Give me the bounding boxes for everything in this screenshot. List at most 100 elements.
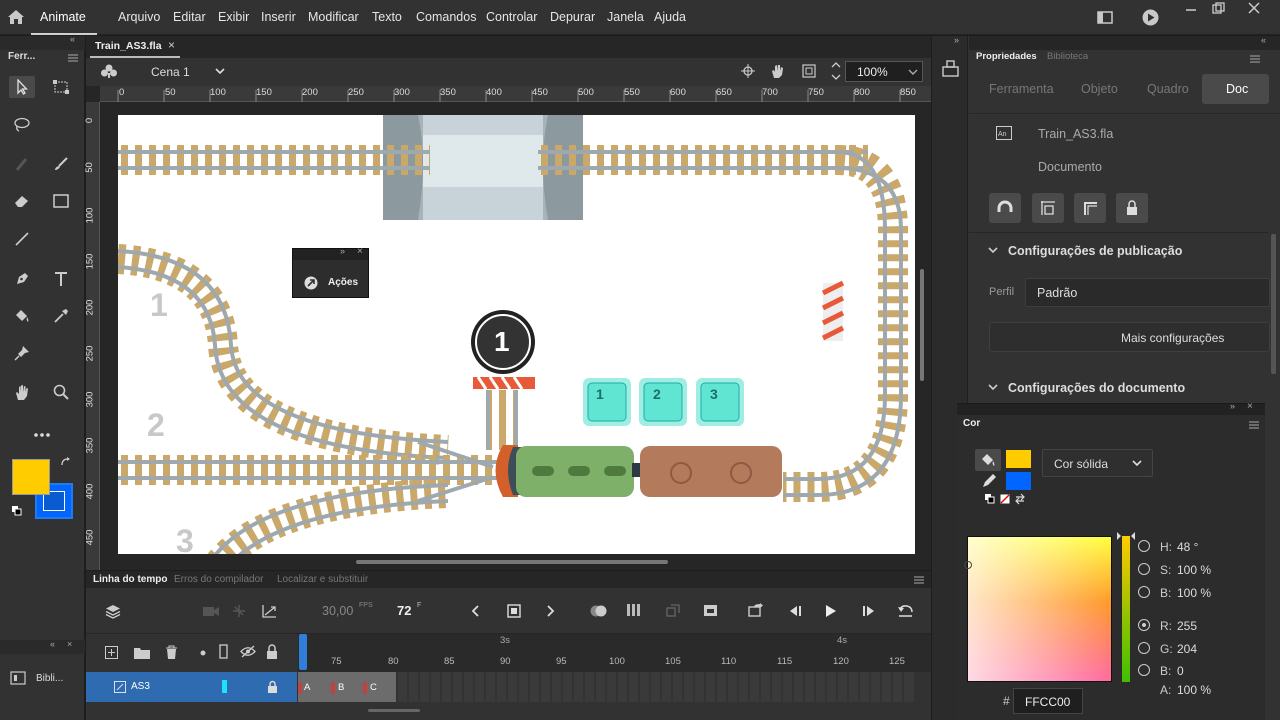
collapse-icon[interactable]: « (70, 34, 75, 44)
more-settings-button[interactable]: Mais configurações (989, 322, 1270, 352)
lock-stage-button[interactable] (1116, 193, 1148, 223)
expand-icon[interactable]: » (954, 35, 959, 45)
g-value[interactable]: 204 (1177, 642, 1197, 656)
subtab-frame[interactable]: Quadro (1147, 82, 1189, 96)
h-radio[interactable] (1138, 540, 1150, 552)
s-radio[interactable] (1138, 563, 1150, 575)
route-button-3[interactable]: 3 (710, 386, 718, 402)
alpha-value[interactable]: 100 % (1177, 683, 1211, 697)
chevron-down-icon[interactable] (1132, 460, 1142, 467)
play-icon[interactable] (825, 605, 837, 617)
tab-library[interactable]: Biblioteca (1047, 51, 1088, 62)
close-mini-icon[interactable]: × (67, 639, 72, 649)
hue-slider-handle[interactable] (1117, 532, 1135, 542)
subtab-object[interactable]: Objeto (1081, 82, 1118, 96)
actions-label[interactable]: Ações (328, 277, 358, 288)
layer-depth-icon[interactable] (232, 604, 246, 618)
color-panel-title[interactable]: Cor (963, 418, 980, 429)
menu-modificar[interactable]: Modificar (308, 10, 359, 24)
edit-multiple-frames-icon[interactable] (627, 603, 641, 617)
panel-menu-icon[interactable] (1250, 55, 1260, 63)
hue-slider[interactable] (1122, 536, 1130, 682)
b-radio[interactable] (1138, 586, 1150, 598)
layer-color-indicator[interactable] (222, 680, 227, 693)
library-icon[interactable] (10, 671, 26, 685)
blue-radio[interactable] (1138, 664, 1150, 676)
insert-keyframe-icon[interactable] (507, 604, 521, 618)
paint-brush-tool-icon[interactable] (9, 153, 35, 175)
fill-type-select[interactable]: Cor sólida (1042, 449, 1153, 477)
workspace-icon[interactable] (1097, 11, 1113, 24)
menu-texto[interactable]: Texto (372, 10, 402, 24)
frame-label-b[interactable]: B (338, 682, 344, 693)
prev-keyframe-icon[interactable] (471, 605, 479, 617)
fill-color-chip[interactable] (1006, 450, 1031, 468)
route-button-2[interactable]: 2 (653, 386, 661, 402)
blue-value[interactable]: 0 (1177, 664, 1184, 678)
menu-arquivo[interactable]: Arquivo (118, 10, 160, 24)
graph-icon[interactable] (262, 604, 277, 618)
zoom-dropdown-icon[interactable] (908, 69, 918, 76)
new-folder-icon[interactable] (134, 646, 150, 659)
b-value[interactable]: 100 % (1177, 586, 1211, 600)
onion-skin-icon[interactable] (590, 604, 608, 618)
rotate-stage-icon[interactable] (769, 63, 787, 79)
step-forward-icon[interactable] (862, 605, 876, 617)
rewind-loop-icon[interactable] (897, 604, 915, 618)
selection-tool-icon[interactable] (9, 76, 35, 98)
fit-stage-button[interactable] (989, 193, 1021, 223)
layer-frames[interactable]: A B C (298, 672, 914, 702)
subtab-doc[interactable]: Doc (1202, 74, 1269, 104)
pin-tool-icon[interactable] (9, 342, 35, 364)
home-icon[interactable] (7, 9, 25, 25)
minimize-icon[interactable] (1185, 2, 1197, 12)
stroke-color-swatch[interactable] (12, 459, 50, 495)
lasso-tool-icon[interactable] (9, 114, 35, 136)
expand-icon[interactable]: « (50, 639, 55, 649)
menu-inserir[interactable]: Inserir (261, 10, 296, 24)
menu-janela[interactable]: Janela (607, 10, 644, 24)
close-window-icon[interactable] (1248, 2, 1260, 14)
publish-settings-header[interactable]: Configurações de publicação (1008, 244, 1182, 258)
playhead[interactable] (298, 634, 308, 670)
text-tool-icon[interactable] (48, 268, 74, 290)
default-colors-icon[interactable] (985, 494, 995, 504)
r-radio[interactable] (1138, 619, 1150, 631)
layer-lock-icon[interactable] (267, 680, 278, 693)
s-value[interactable]: 100 % (1177, 563, 1211, 577)
subtab-tool[interactable]: Ferramenta (989, 82, 1054, 96)
frame-label-a[interactable]: A (304, 682, 310, 693)
step-back-icon[interactable] (788, 605, 802, 617)
chevron-down-icon[interactable] (988, 384, 998, 391)
timeline-scrollbar[interactable] (368, 709, 420, 712)
restore-icon[interactable] (1212, 2, 1226, 14)
hex-input[interactable]: FFCC00 (1013, 688, 1083, 714)
scene-name[interactable]: Cena 1 (151, 65, 190, 79)
highlight-layer-icon[interactable] (200, 650, 206, 656)
h-value[interactable]: 48 ° (1177, 540, 1198, 554)
hand-tool-icon[interactable] (9, 381, 35, 403)
paint-bucket-tool-icon[interactable] (9, 305, 35, 327)
stage[interactable]: 1 2 3 1 1 2 3 (118, 115, 915, 554)
fill-bucket-icon[interactable] (975, 449, 1001, 471)
eyedropper-tool-icon[interactable] (48, 305, 74, 327)
camera-icon[interactable] (203, 606, 219, 617)
loop-icon[interactable] (748, 603, 764, 617)
profile-select[interactable]: Padrão (1025, 278, 1270, 307)
close-document-icon[interactable]: × (168, 38, 175, 52)
clip-stage-icon[interactable] (802, 64, 816, 78)
close-actions-icon[interactable]: × (357, 246, 363, 257)
center-stage-icon[interactable] (831, 62, 841, 80)
panel-menu-icon[interactable] (68, 54, 78, 62)
layers-icon[interactable] (105, 603, 121, 619)
frame-label-c[interactable]: C (370, 682, 377, 693)
frame-ruler[interactable]: 3s 4s 75 80 85 90 95 100 105 110 115 120… (298, 634, 931, 672)
menu-editar[interactable]: Editar (173, 10, 206, 24)
zoom-field[interactable]: 100% (845, 61, 923, 82)
menu-ajuda[interactable]: Ajuda (654, 10, 686, 24)
expand-icon[interactable]: » (340, 246, 345, 256)
no-color-icon[interactable] (1000, 494, 1010, 504)
collapse-icon[interactable]: « (1261, 35, 1266, 45)
anchor-button[interactable] (1074, 193, 1106, 223)
line-tool-icon[interactable] (9, 228, 35, 250)
